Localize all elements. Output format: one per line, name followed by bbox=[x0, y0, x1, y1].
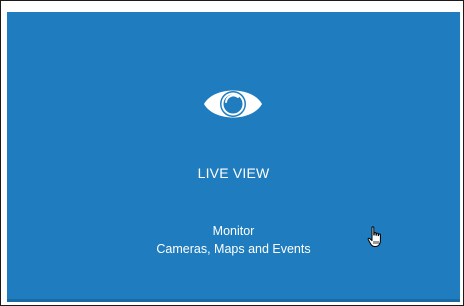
tile-title: LIVE VIEW bbox=[197, 165, 270, 181]
live-view-tile[interactable]: LIVE VIEW Monitor Cameras, Maps and Even… bbox=[7, 12, 460, 302]
window-frame: LIVE VIEW Monitor Cameras, Maps and Even… bbox=[0, 0, 464, 306]
tile-bottom-edge bbox=[7, 299, 460, 302]
eye-icon bbox=[204, 90, 262, 118]
tile-description-line2: Cameras, Maps and Events bbox=[156, 242, 311, 256]
tile-description-line1: Monitor bbox=[212, 224, 255, 238]
hand-pointer-icon bbox=[367, 226, 381, 247]
